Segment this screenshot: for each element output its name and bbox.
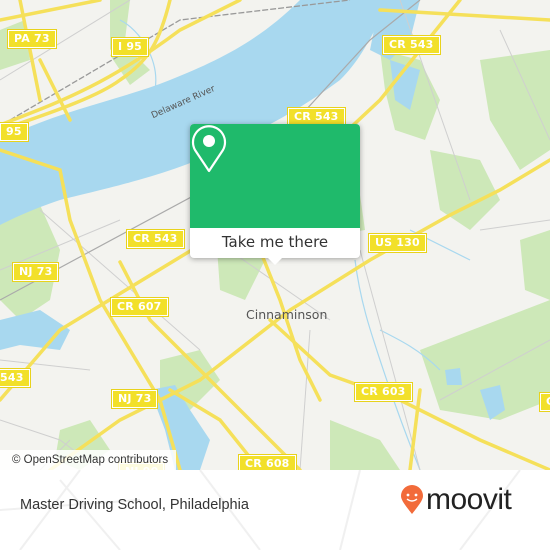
map-pin-icon	[191, 125, 227, 173]
road-shield-cr608: CR 608	[238, 454, 297, 470]
location-popup: Take me there	[190, 124, 360, 265]
popup-pointer	[267, 257, 283, 265]
road-shield-cr607: CR 607	[110, 297, 169, 317]
place-label-cinnaminson: Cinnaminson	[246, 307, 328, 322]
road-shield-cr543: CR 543	[126, 229, 185, 249]
osm-attribution[interactable]: © OpenStreetMap contributors	[0, 450, 177, 470]
road-shield-cr543: CR 543	[382, 35, 441, 55]
road-shield-us130: US 130	[368, 233, 427, 253]
footer: Master Driving School, Philadelphia moov…	[0, 470, 550, 550]
road-shield-nj73: NJ 73	[110, 389, 159, 409]
road-shield-cr603: CR 603	[354, 382, 413, 402]
moovit-wordmark: moovit	[426, 483, 512, 516]
take-me-there-button[interactable]: Take me there	[190, 228, 360, 258]
moovit-pin-icon	[401, 485, 423, 514]
road-shield-i95: I 95	[110, 37, 150, 57]
moovit-logo[interactable]: moovit	[400, 483, 512, 516]
road-shield-i95-left: 95	[0, 122, 29, 142]
popup-header	[190, 124, 360, 228]
road-shield-nj73: NJ 73	[11, 262, 60, 282]
road-shield-cr543: 543	[0, 368, 31, 388]
road-shield-pa73: PA 73	[7, 29, 57, 49]
road-shield-edge: C	[538, 392, 550, 412]
map-view[interactable]: Delaware River Cinnaminson PA 73 I 95 95…	[0, 0, 550, 470]
place-title: Master Driving School, Philadelphia	[20, 497, 249, 513]
